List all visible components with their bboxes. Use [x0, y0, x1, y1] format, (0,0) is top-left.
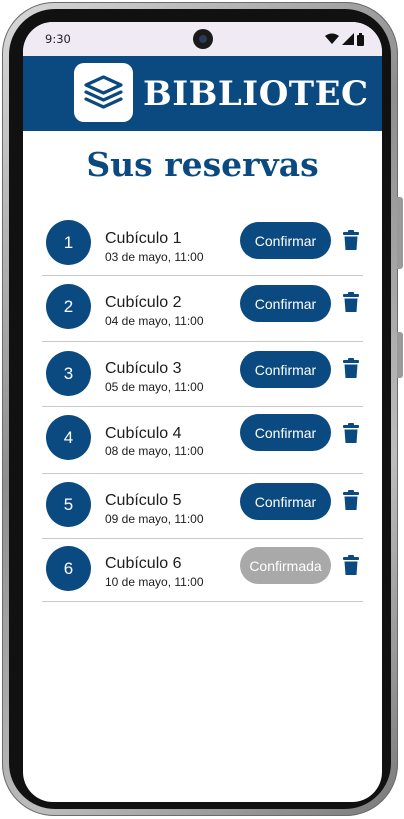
- signal-icon: [342, 33, 354, 45]
- status-icons: [325, 32, 364, 46]
- battery-icon: [357, 32, 364, 46]
- row-divider: [42, 406, 363, 407]
- brand-name: BIBLIOTEC: [143, 74, 369, 114]
- row-divider: [42, 341, 363, 342]
- reservation-title: Cubículo 1: [105, 230, 182, 247]
- trash-icon[interactable]: [340, 229, 362, 251]
- logo: [74, 63, 133, 122]
- trash-icon[interactable]: [340, 422, 362, 444]
- reservation-title: Cubículo 4: [105, 425, 182, 442]
- reservation-title: Cubículo 2: [105, 294, 182, 311]
- app-header: BIBLIOTEC: [23, 56, 382, 131]
- status-time: 9:30: [45, 32, 71, 46]
- reservation-number-badge: 6: [46, 546, 91, 591]
- page-title: Sus reservas: [86, 145, 319, 184]
- books-stack-icon: [84, 75, 123, 109]
- reservation-date: 08 de mayo, 11:00: [105, 444, 204, 458]
- screen: 9:30 BIBLIOTEC Sus reservas 1 Cubículo 1…: [23, 22, 382, 802]
- trash-icon[interactable]: [340, 357, 362, 379]
- reservation-date: 04 de mayo, 11:00: [105, 314, 204, 328]
- trash-icon[interactable]: [340, 489, 362, 511]
- reservation-number-badge: 1: [46, 220, 91, 265]
- wifi-icon: [325, 33, 339, 44]
- confirmed-button: Confirmada: [240, 547, 331, 584]
- reservation-number-badge: 3: [46, 351, 91, 396]
- reservation-title: Cubículo 3: [105, 360, 182, 377]
- phone-frame: 9:30 BIBLIOTEC Sus reservas 1 Cubículo 1…: [2, 2, 403, 816]
- reservation-number-badge: 2: [46, 284, 91, 329]
- reservation-title: Cubículo 6: [105, 555, 182, 572]
- volume-button: [397, 197, 403, 269]
- front-camera: [193, 29, 213, 49]
- trash-icon[interactable]: [340, 554, 362, 576]
- confirm-button[interactable]: Confirmar: [240, 351, 331, 388]
- confirm-button[interactable]: Confirmar: [240, 222, 331, 259]
- confirm-button[interactable]: Confirmar: [240, 483, 331, 520]
- row-divider: [42, 601, 363, 602]
- reservation-number-badge: 5: [46, 482, 91, 527]
- row-divider: [42, 538, 363, 539]
- reservation-date: 10 de mayo, 11:00: [105, 575, 204, 589]
- reservation-date: 05 de mayo, 11:00: [105, 380, 204, 394]
- trash-icon[interactable]: [340, 291, 362, 313]
- row-divider: [42, 473, 363, 474]
- power-button: [397, 332, 403, 378]
- row-divider: [42, 275, 363, 276]
- reservation-date: 09 de mayo, 11:00: [105, 512, 204, 526]
- reservation-number-badge: 4: [46, 415, 91, 460]
- reservation-date: 03 de mayo, 11:00: [105, 250, 204, 264]
- confirm-button[interactable]: Confirmar: [240, 414, 331, 451]
- reservation-title: Cubículo 5: [105, 492, 182, 509]
- status-bar: 9:30: [23, 22, 382, 56]
- confirm-button[interactable]: Confirmar: [240, 285, 331, 322]
